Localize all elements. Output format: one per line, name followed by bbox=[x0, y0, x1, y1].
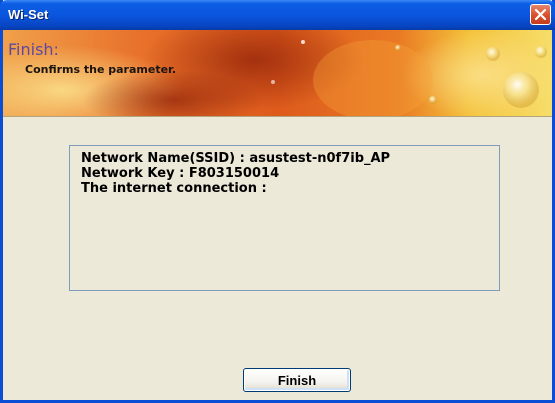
finish-button[interactable]: Finish bbox=[243, 368, 351, 392]
ssid-text: Network Name(SSID) : asustest-n0f7ib_AP bbox=[81, 151, 391, 166]
network-key-text: Network Key : F803150014 bbox=[81, 166, 280, 181]
page-heading: Finish: bbox=[8, 40, 59, 59]
summary-panel: Network Name(SSID) : asustest-n0f7ib_AP … bbox=[69, 145, 500, 291]
close-button[interactable] bbox=[530, 4, 551, 25]
internet-connection-text: The internet connection : bbox=[81, 181, 267, 196]
window-title: Wi-Set bbox=[8, 7, 49, 22]
close-icon bbox=[534, 8, 547, 21]
page-subtitle: Confirms the parameter. bbox=[25, 63, 177, 76]
title-bar[interactable]: Wi-Set bbox=[0, 0, 555, 30]
wi-set-window: Wi-Set Finish: Confirms the parameter. N… bbox=[0, 0, 555, 403]
